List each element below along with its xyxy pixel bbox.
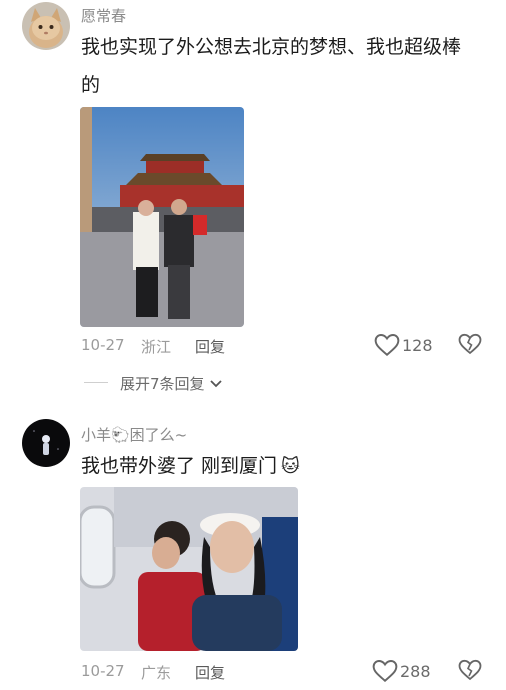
broken-heart-icon	[458, 659, 482, 685]
like-count: 128	[402, 335, 433, 355]
comment-text-line-2: 的	[81, 74, 101, 96]
dislike-button[interactable]	[458, 333, 482, 357]
commenter-avatar[interactable]	[22, 419, 70, 467]
heart-icon	[374, 333, 400, 357]
comment-photo[interactable]	[80, 487, 298, 651]
expand-divider	[84, 382, 108, 383]
commenter-avatar[interactable]	[22, 2, 70, 50]
expand-replies-label: 展开7条回复	[120, 375, 205, 393]
chevron-down-icon	[209, 374, 223, 393]
comment-text-row: 我也带外婆了 刚到厦门 🐱	[81, 449, 300, 483]
comment-location: 浙江	[141, 338, 172, 356]
like-button[interactable]: 288	[372, 658, 431, 684]
reply-button[interactable]: 回复	[195, 662, 225, 683]
comment-photo[interactable]	[80, 107, 244, 327]
dislike-button[interactable]	[458, 659, 482, 683]
heart-icon	[372, 659, 398, 683]
expand-replies-button[interactable]: 展开7条回复	[120, 373, 223, 394]
like-count: 288	[400, 661, 431, 681]
comment-text: 我也带外婆了 刚到厦门	[81, 455, 278, 477]
comment-text-line-1: 我也实现了外公想去北京的梦想、我也超级棒	[81, 36, 462, 58]
broken-heart-icon	[458, 333, 482, 359]
like-button[interactable]: 128	[374, 332, 433, 358]
reply-button[interactable]: 回复	[195, 336, 225, 357]
comment-date: 10-27	[81, 336, 125, 354]
comment-username[interactable]: 小羊🐑困了么~	[81, 424, 187, 445]
comment-username[interactable]: 愿常春	[81, 5, 126, 26]
cat-emoji: 🐱	[281, 455, 300, 477]
comment-date: 10-27	[81, 662, 125, 680]
comment-location: 广东	[141, 664, 172, 682]
